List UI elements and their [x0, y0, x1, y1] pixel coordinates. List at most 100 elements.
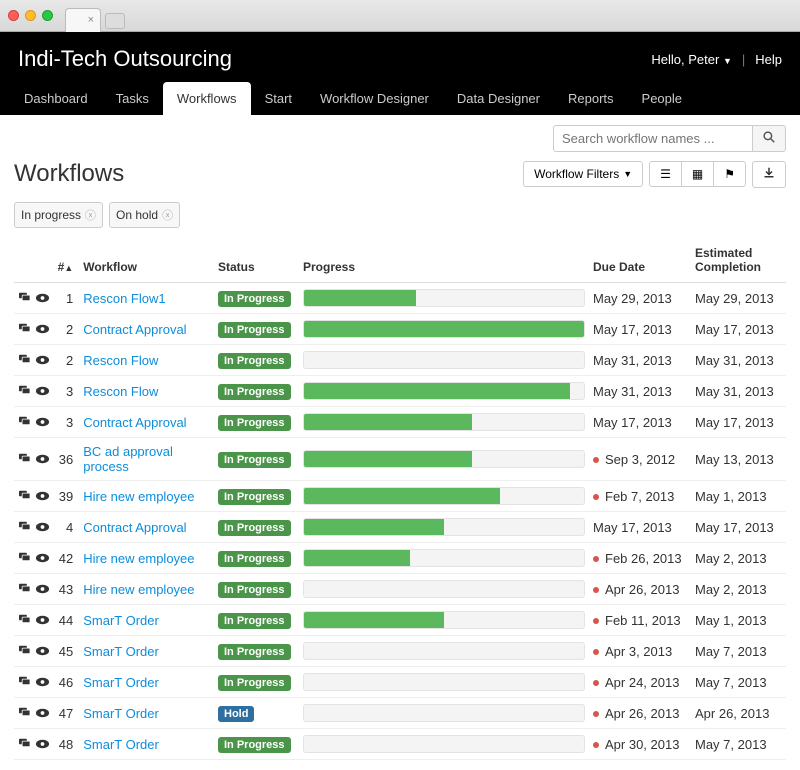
eye-icon[interactable] [35, 384, 50, 399]
eye-icon[interactable] [35, 675, 50, 690]
comment-icon[interactable] [18, 520, 31, 535]
minimize-window-icon[interactable] [25, 10, 36, 21]
comment-icon[interactable] [18, 675, 31, 690]
eye-icon[interactable] [35, 644, 50, 659]
col-due[interactable]: Due Date [589, 240, 691, 283]
nav-data-designer[interactable]: Data Designer [443, 82, 554, 115]
row-number: 45 [54, 636, 80, 667]
remove-filter-icon[interactable]: ⓧ [85, 207, 96, 223]
download-button[interactable] [752, 161, 786, 188]
status-badge: In Progress [218, 520, 291, 536]
filter-tag-on-hold[interactable]: On hold ⓧ [109, 202, 180, 228]
view-list-button[interactable]: ☰ [649, 161, 682, 187]
browser-tab[interactable]: × [65, 8, 101, 32]
search-icon [763, 131, 775, 146]
row-number: 46 [54, 667, 80, 698]
nav-workflow-designer[interactable]: Workflow Designer [306, 82, 443, 115]
workflow-link[interactable]: SmarT Order [83, 706, 159, 721]
eye-icon[interactable] [35, 452, 50, 467]
nav-people[interactable]: People [628, 82, 696, 115]
status-badge: In Progress [218, 737, 291, 753]
comment-icon[interactable] [18, 415, 31, 430]
estimated-completion: May 13, 2013 [691, 438, 786, 481]
comment-icon[interactable] [18, 551, 31, 566]
new-tab-button[interactable] [105, 13, 125, 29]
status-badge: In Progress [218, 322, 291, 338]
comment-icon[interactable] [18, 706, 31, 721]
workflow-link[interactable]: Hire new employee [83, 551, 194, 566]
progress-bar [303, 518, 585, 536]
close-window-icon[interactable] [8, 10, 19, 21]
eye-icon[interactable] [35, 613, 50, 628]
workflow-filters-button[interactable]: Workflow Filters ▼ [523, 161, 643, 187]
due-date: May 31, 2013 [589, 345, 691, 376]
view-flag-button[interactable]: ⚑ [714, 161, 746, 187]
comment-icon[interactable] [18, 613, 31, 628]
workflow-link[interactable]: Rescon Flow [83, 384, 158, 399]
workflow-link[interactable]: Rescon Flow [83, 353, 158, 368]
progress-bar [303, 382, 585, 400]
nav-reports[interactable]: Reports [554, 82, 628, 115]
eye-icon[interactable] [35, 582, 50, 597]
eye-icon[interactable] [35, 291, 50, 306]
comment-icon[interactable] [18, 384, 31, 399]
grid-icon: ▦ [692, 167, 703, 181]
col-workflow[interactable]: Workflow [79, 240, 214, 283]
comment-icon[interactable] [18, 291, 31, 306]
comment-icon[interactable] [18, 582, 31, 597]
progress-bar [303, 642, 585, 660]
search-button[interactable] [753, 125, 786, 152]
help-link[interactable]: Help [755, 52, 782, 67]
eye-icon[interactable] [35, 520, 50, 535]
workflow-link[interactable]: BC ad approval process [83, 444, 173, 474]
remove-filter-icon[interactable]: ⓧ [162, 207, 173, 223]
col-estimated[interactable]: Estimated Completion [691, 240, 786, 283]
user-greeting[interactable]: Hello, Peter ▼ [651, 52, 731, 67]
workflow-link[interactable]: Contract Approval [83, 520, 186, 535]
comment-icon[interactable] [18, 452, 31, 467]
workflow-link[interactable]: Rescon Flow1 [83, 291, 165, 306]
eye-icon[interactable] [35, 489, 50, 504]
overdue-indicator-icon [593, 587, 599, 593]
eye-icon[interactable] [35, 551, 50, 566]
top-bar: Indi-Tech Outsourcing Hello, Peter ▼ | H… [0, 32, 800, 115]
workflow-link[interactable]: Hire new employee [83, 489, 194, 504]
eye-icon[interactable] [35, 353, 50, 368]
progress-bar [303, 413, 585, 431]
view-grid-button[interactable]: ▦ [682, 161, 714, 187]
comment-icon[interactable] [18, 644, 31, 659]
nav-workflows[interactable]: Workflows [163, 82, 251, 115]
workflow-link[interactable]: SmarT Order [83, 613, 159, 628]
close-tab-icon[interactable]: × [88, 14, 94, 26]
col-number[interactable]: #▲ [54, 240, 80, 283]
eye-icon[interactable] [35, 737, 50, 752]
filter-tag-in-progress[interactable]: In progress ⓧ [14, 202, 103, 228]
nav-start[interactable]: Start [251, 82, 306, 115]
progress-bar [303, 735, 585, 753]
comment-icon[interactable] [18, 737, 31, 752]
workflow-link[interactable]: SmarT Order [83, 644, 159, 659]
col-progress[interactable]: Progress [299, 240, 589, 283]
estimated-completion: May 7, 2013 [691, 667, 786, 698]
workflow-link[interactable]: SmarT Order [83, 675, 159, 690]
nav-tasks[interactable]: Tasks [102, 82, 163, 115]
comment-icon[interactable] [18, 489, 31, 504]
table-row: 43Hire new employeeIn ProgressApr 26, 20… [14, 574, 786, 605]
eye-icon[interactable] [35, 706, 50, 721]
workflow-link[interactable]: SmarT Order [83, 737, 159, 752]
due-date: May 29, 2013 [589, 283, 691, 314]
col-status[interactable]: Status [214, 240, 299, 283]
comment-icon[interactable] [18, 322, 31, 337]
active-filters: In progress ⓧOn hold ⓧ [14, 202, 786, 228]
nav-dashboard[interactable]: Dashboard [10, 82, 102, 115]
search-input[interactable] [553, 125, 753, 152]
flag-icon: ⚑ [724, 167, 735, 181]
eye-icon[interactable] [35, 322, 50, 337]
table-row: 36BC ad approval processIn ProgressSep 3… [14, 438, 786, 481]
comment-icon[interactable] [18, 353, 31, 368]
workflow-link[interactable]: Contract Approval [83, 322, 186, 337]
eye-icon[interactable] [35, 415, 50, 430]
workflow-link[interactable]: Contract Approval [83, 415, 186, 430]
workflow-link[interactable]: Hire new employee [83, 582, 194, 597]
zoom-window-icon[interactable] [42, 10, 53, 21]
